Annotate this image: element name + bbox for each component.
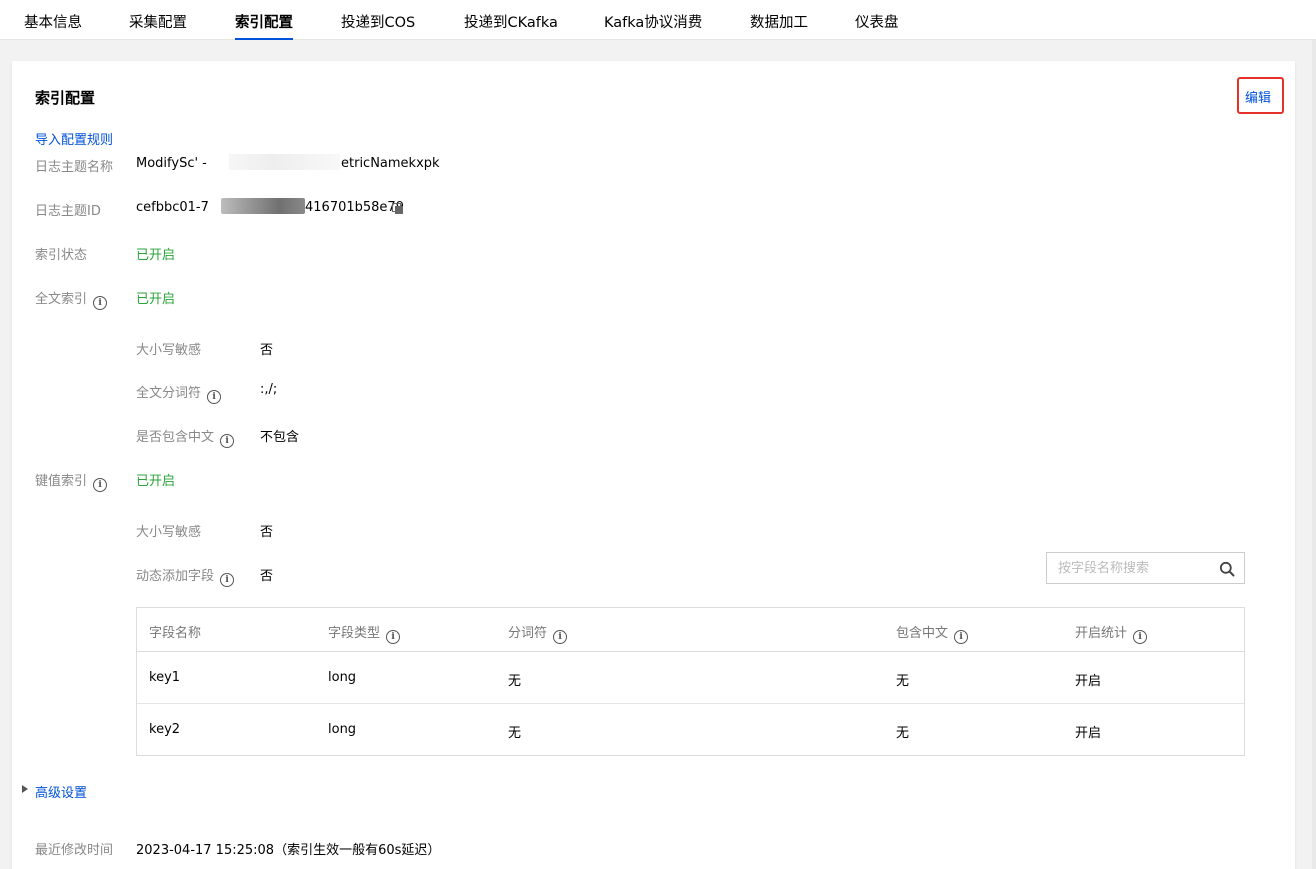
cell-include-chinese: 无: [896, 726, 910, 741]
info-icon[interactable]: i: [954, 630, 969, 644]
table-row: key2 long 无 无 开启: [137, 704, 1244, 756]
info-icon[interactable]: i: [93, 296, 108, 310]
redaction-mask: [221, 198, 305, 214]
index-status-value: 已开启: [136, 248, 176, 263]
scrollbar[interactable]: [1312, 40, 1316, 869]
cell-include-chinese: 无: [896, 674, 910, 689]
dynamic-fields-label: 动态添加字段 i: [136, 565, 235, 587]
edit-button[interactable]: 编辑: [1245, 87, 1271, 106]
index-status-label: 索引状态: [35, 248, 88, 263]
col-enable-stats-text: 开启统计: [1075, 626, 1128, 641]
caret-right-icon[interactable]: [22, 785, 28, 793]
kv-case-sensitive-value: 否: [260, 525, 274, 540]
cell-enable-stats: 开启: [1075, 726, 1102, 741]
cell-enable-stats: 开启: [1075, 674, 1102, 689]
info-icon[interactable]: i: [220, 434, 235, 448]
cell-field-type: long: [328, 670, 357, 685]
dynamic-fields-label-text: 动态添加字段: [136, 569, 215, 584]
col-tokenizer: 分词符 i: [508, 622, 568, 644]
kv-index-label: 键值索引 i: [35, 470, 108, 492]
tab-bar: 基本信息 采集配置 索引配置 投递到COS 投递到CKafka Kafka协议消…: [0, 0, 1316, 40]
kv-case-sensitive-label: 大小写敏感: [136, 525, 202, 540]
fulltext-index-value: 已开启: [136, 292, 176, 307]
cell-tokenizer: 无: [508, 726, 522, 741]
fulltext-index-label: 全文索引 i: [35, 288, 108, 310]
col-tokenizer-text: 分词符: [508, 626, 548, 641]
col-include-chinese-text: 包含中文: [896, 626, 949, 641]
info-icon[interactable]: i: [220, 573, 235, 587]
case-sensitive-value: 否: [260, 343, 274, 358]
topic-name-label: 日志主题名称: [35, 160, 114, 175]
tab-data-processing[interactable]: 数据加工: [750, 0, 808, 40]
index-config-card: 索引配置 编辑 导入配置规则 日志主题名称 ModifySc' - etricN…: [12, 61, 1295, 869]
field-search-box: [1046, 552, 1245, 584]
case-sensitive-label: 大小写敏感: [136, 343, 202, 358]
cell-tokenizer: 无: [508, 674, 522, 689]
field-search-input[interactable]: [1047, 553, 1212, 583]
cell-field-type: long: [328, 722, 357, 737]
topic-name-suffix: etricNamekxpk: [341, 156, 440, 171]
info-icon[interactable]: i: [1133, 630, 1148, 644]
topic-id-suffix: 416701b58e79: [305, 200, 404, 215]
include-chinese-label: 是否包含中文 i: [136, 426, 235, 448]
copy-icon[interactable]: [392, 203, 403, 214]
col-field-type-text: 字段类型: [328, 626, 381, 641]
kv-index-label-text: 键值索引: [35, 474, 88, 489]
col-enable-stats: 开启统计 i: [1075, 622, 1148, 644]
table-header: 字段名称 字段类型 i 分词符 i 包含中文 i 开启统计 i: [137, 608, 1244, 652]
last-modified-label: 最近修改时间: [35, 843, 114, 858]
col-field-type: 字段类型 i: [328, 622, 401, 644]
topic-name-prefix: ModifySc' -: [136, 156, 207, 171]
search-icon[interactable]: [1219, 561, 1235, 577]
tab-kafka-consumption[interactable]: Kafka协议消费: [604, 0, 702, 40]
include-chinese-label-text: 是否包含中文: [136, 430, 215, 445]
tab-index-config[interactable]: 索引配置: [235, 0, 293, 40]
info-icon[interactable]: i: [553, 630, 568, 644]
tokenizer-value: :,/;: [260, 382, 278, 397]
advanced-settings-toggle[interactable]: 高级设置: [35, 782, 87, 801]
tab-ship-to-cos[interactable]: 投递到COS: [341, 0, 415, 40]
tab-collection-config[interactable]: 采集配置: [129, 0, 187, 40]
dynamic-fields-value: 否: [260, 569, 274, 584]
table-row: key1 long 无 无 开启: [137, 652, 1244, 704]
edit-button-highlight: 编辑: [1237, 77, 1284, 114]
import-rules-link[interactable]: 导入配置规则: [35, 129, 113, 148]
fields-table: 字段名称 字段类型 i 分词符 i 包含中文 i 开启统计 i key1 long 无 …: [136, 607, 1245, 756]
last-modified-value: 2023-04-17 15:25:08（索引生效一般有60s延迟）: [136, 843, 441, 858]
tokenizer-label: 全文分词符 i: [136, 382, 222, 404]
tab-basic-info[interactable]: 基本信息: [24, 0, 82, 40]
info-icon[interactable]: i: [207, 390, 222, 404]
tokenizer-label-text: 全文分词符: [136, 386, 202, 401]
info-icon[interactable]: i: [386, 630, 401, 644]
tab-ship-to-ckafka[interactable]: 投递到CKafka: [464, 0, 558, 40]
card-title: 索引配置: [35, 89, 96, 107]
topic-id-label: 日志主题ID: [35, 204, 101, 219]
col-field-name: 字段名称: [149, 626, 202, 641]
redaction-mask: [229, 154, 340, 170]
col-include-chinese: 包含中文 i: [896, 622, 969, 644]
fulltext-index-label-text: 全文索引: [35, 292, 88, 307]
kv-index-value: 已开启: [136, 474, 176, 489]
topic-id-prefix: cefbbc01-7: [136, 200, 209, 215]
info-icon[interactable]: i: [93, 478, 108, 492]
tab-dashboard[interactable]: 仪表盘: [855, 0, 899, 40]
cell-field-name: key2: [149, 722, 181, 737]
include-chinese-value: 不包含: [260, 430, 300, 445]
cell-field-name: key1: [149, 670, 181, 685]
